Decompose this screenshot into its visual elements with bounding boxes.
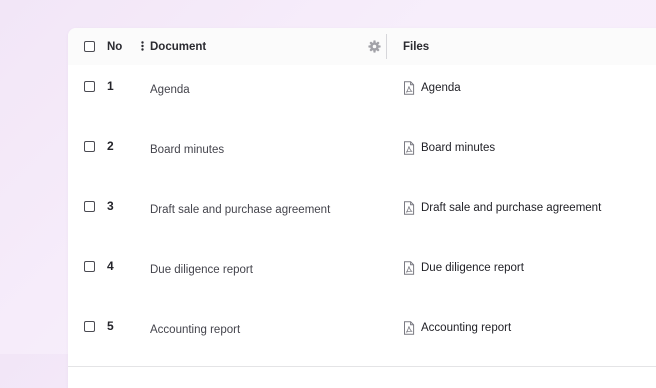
- document-name: Due diligence report: [150, 264, 253, 276]
- table-header: No Document Files: [68, 28, 656, 65]
- file-link[interactable]: Agenda: [403, 81, 461, 95]
- select-all-checkbox[interactable]: [84, 41, 95, 52]
- row-checkbox[interactable]: [84, 261, 95, 272]
- row-checkbox[interactable]: [84, 201, 95, 212]
- file-name: Accounting report: [421, 322, 512, 334]
- document-name: Agenda: [150, 84, 190, 96]
- file-name: Board minutes: [421, 142, 496, 154]
- document-name: Accounting report: [150, 324, 241, 336]
- pdf-file-icon: [404, 321, 415, 335]
- pdf-file-icon: [404, 141, 415, 155]
- pdf-file-icon: [404, 201, 415, 215]
- file-link[interactable]: Due diligence report: [403, 261, 524, 275]
- pdf-file-icon: [404, 81, 415, 95]
- column-header-files[interactable]: Files: [403, 40, 429, 54]
- file-link[interactable]: Accounting report: [403, 321, 511, 335]
- gear-icon[interactable]: [368, 40, 381, 53]
- documents-table: No Document Files 1 Agenda Agenda 2 Boar…: [68, 28, 656, 388]
- file-link[interactable]: Draft sale and purchase agreement: [403, 201, 601, 215]
- row-number: 4: [107, 259, 114, 273]
- table-row[interactable]: 5 Accounting report Accounting report: [68, 306, 656, 367]
- row-number: 3: [107, 199, 114, 213]
- file-name: Due diligence report: [421, 262, 524, 274]
- table-row[interactable]: 1 Agenda Agenda: [68, 66, 656, 127]
- column-header-document[interactable]: Document: [150, 40, 206, 54]
- column-header-no[interactable]: No: [107, 40, 122, 54]
- table-row[interactable]: 2 Board minutes Board minutes: [68, 126, 656, 187]
- table-row[interactable]: 3 Draft sale and purchase agreement Draf…: [68, 186, 656, 247]
- column-divider[interactable]: [386, 34, 387, 59]
- row-number: 5: [107, 319, 114, 333]
- row-number: 1: [107, 79, 114, 93]
- row-checkbox[interactable]: [84, 321, 95, 332]
- file-name: Draft sale and purchase agreement: [421, 202, 602, 214]
- pdf-file-icon: [404, 261, 415, 275]
- file-link[interactable]: Board minutes: [403, 141, 495, 155]
- table-row[interactable]: 4 Due diligence report Due diligence rep…: [68, 246, 656, 307]
- drag-sort-icon[interactable]: [140, 41, 145, 51]
- file-name: Agenda: [421, 82, 461, 94]
- row-number: 2: [107, 139, 114, 153]
- row-checkbox[interactable]: [84, 141, 95, 152]
- document-name: Board minutes: [150, 144, 225, 156]
- row-checkbox[interactable]: [84, 81, 95, 92]
- document-name: Draft sale and purchase agreement: [150, 204, 331, 216]
